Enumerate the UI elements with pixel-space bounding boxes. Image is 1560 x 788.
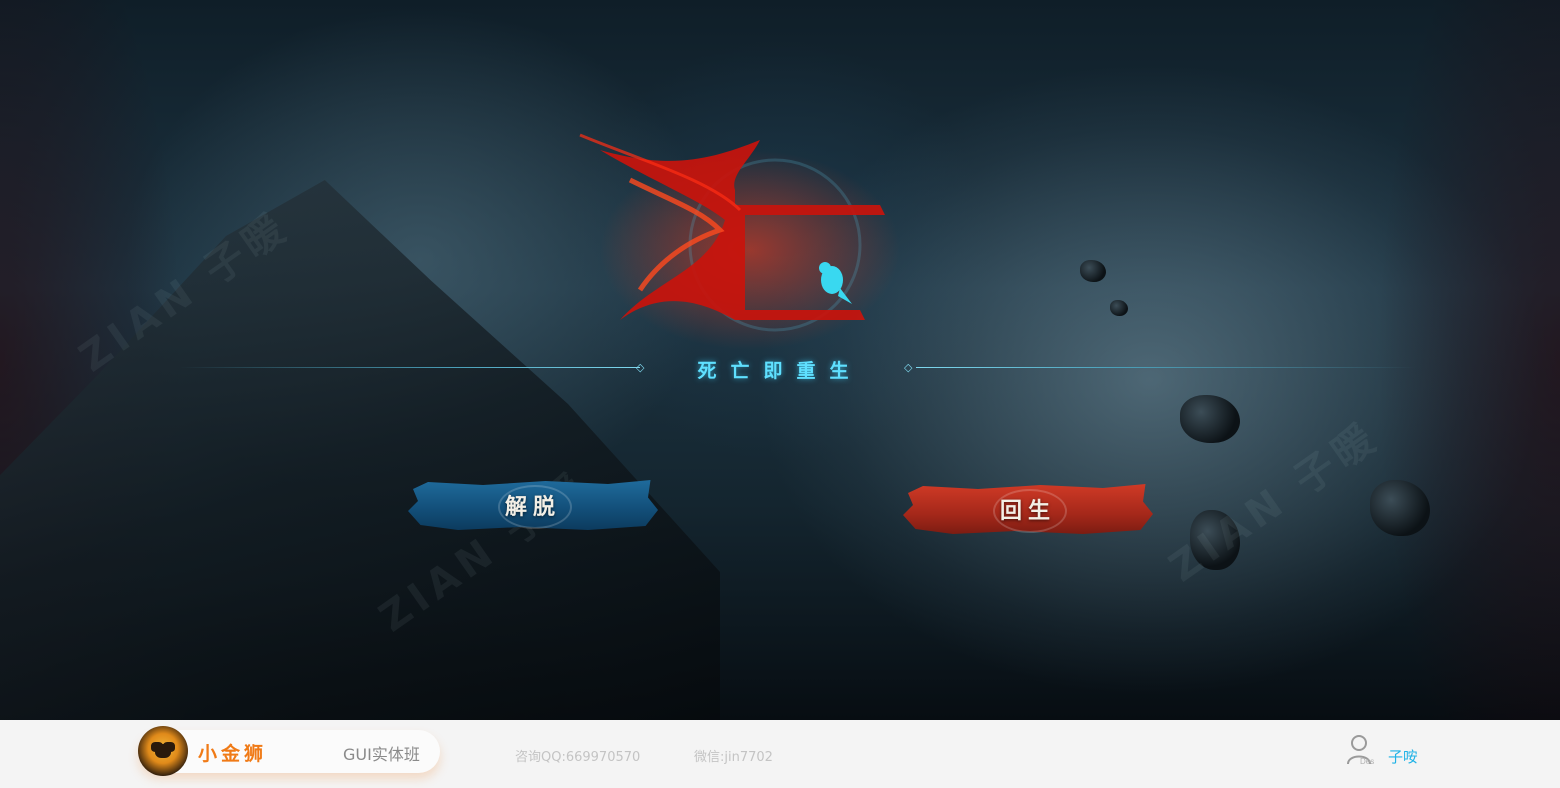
user-name[interactable]: 子咹 xyxy=(1388,746,1418,767)
wechat-contact: 微信:jin7702 xyxy=(694,750,773,765)
floating-rock xyxy=(1370,480,1430,536)
floating-rock xyxy=(1110,300,1128,316)
floating-rock xyxy=(1180,395,1240,443)
tagline-divider-left xyxy=(180,367,640,368)
escape-button-label: 解脱 xyxy=(504,494,561,520)
tagline-ornament-right: ◇ xyxy=(904,361,913,374)
brand-pill[interactable]: 小金狮 GUI实体班 xyxy=(138,726,440,776)
rebirth-button[interactable]: 回生 xyxy=(903,484,1153,534)
rebirth-button-label: 回生 xyxy=(999,498,1056,524)
tagline-divider-right xyxy=(916,367,1416,368)
tagline-ornament-left: ◇ xyxy=(636,361,645,374)
user-icon[interactable]: Des xyxy=(1346,734,1380,766)
class-name: GUI实体班 xyxy=(343,745,420,764)
death-glyph-logo xyxy=(579,133,900,350)
lion-logo-icon xyxy=(138,726,188,776)
brand-name: 小金狮 xyxy=(198,743,268,765)
game-scene: ZIAN 子暖 ZIAN 子暖 ZIAN 子暖 ◇ 死亡即重生 ◇ 解脱 回生 xyxy=(0,0,1560,720)
tagline: 死亡即重生 xyxy=(697,360,863,382)
footer-bar: 小金狮 GUI实体班 咨询QQ:669970570 微信:jin7702 Des… xyxy=(0,720,1560,788)
escape-button[interactable]: 解脱 xyxy=(408,480,658,530)
user-icon-caption: Des xyxy=(1360,757,1374,766)
floating-rock xyxy=(1080,260,1106,282)
qq-contact: 咨询QQ:669970570 xyxy=(515,750,641,765)
